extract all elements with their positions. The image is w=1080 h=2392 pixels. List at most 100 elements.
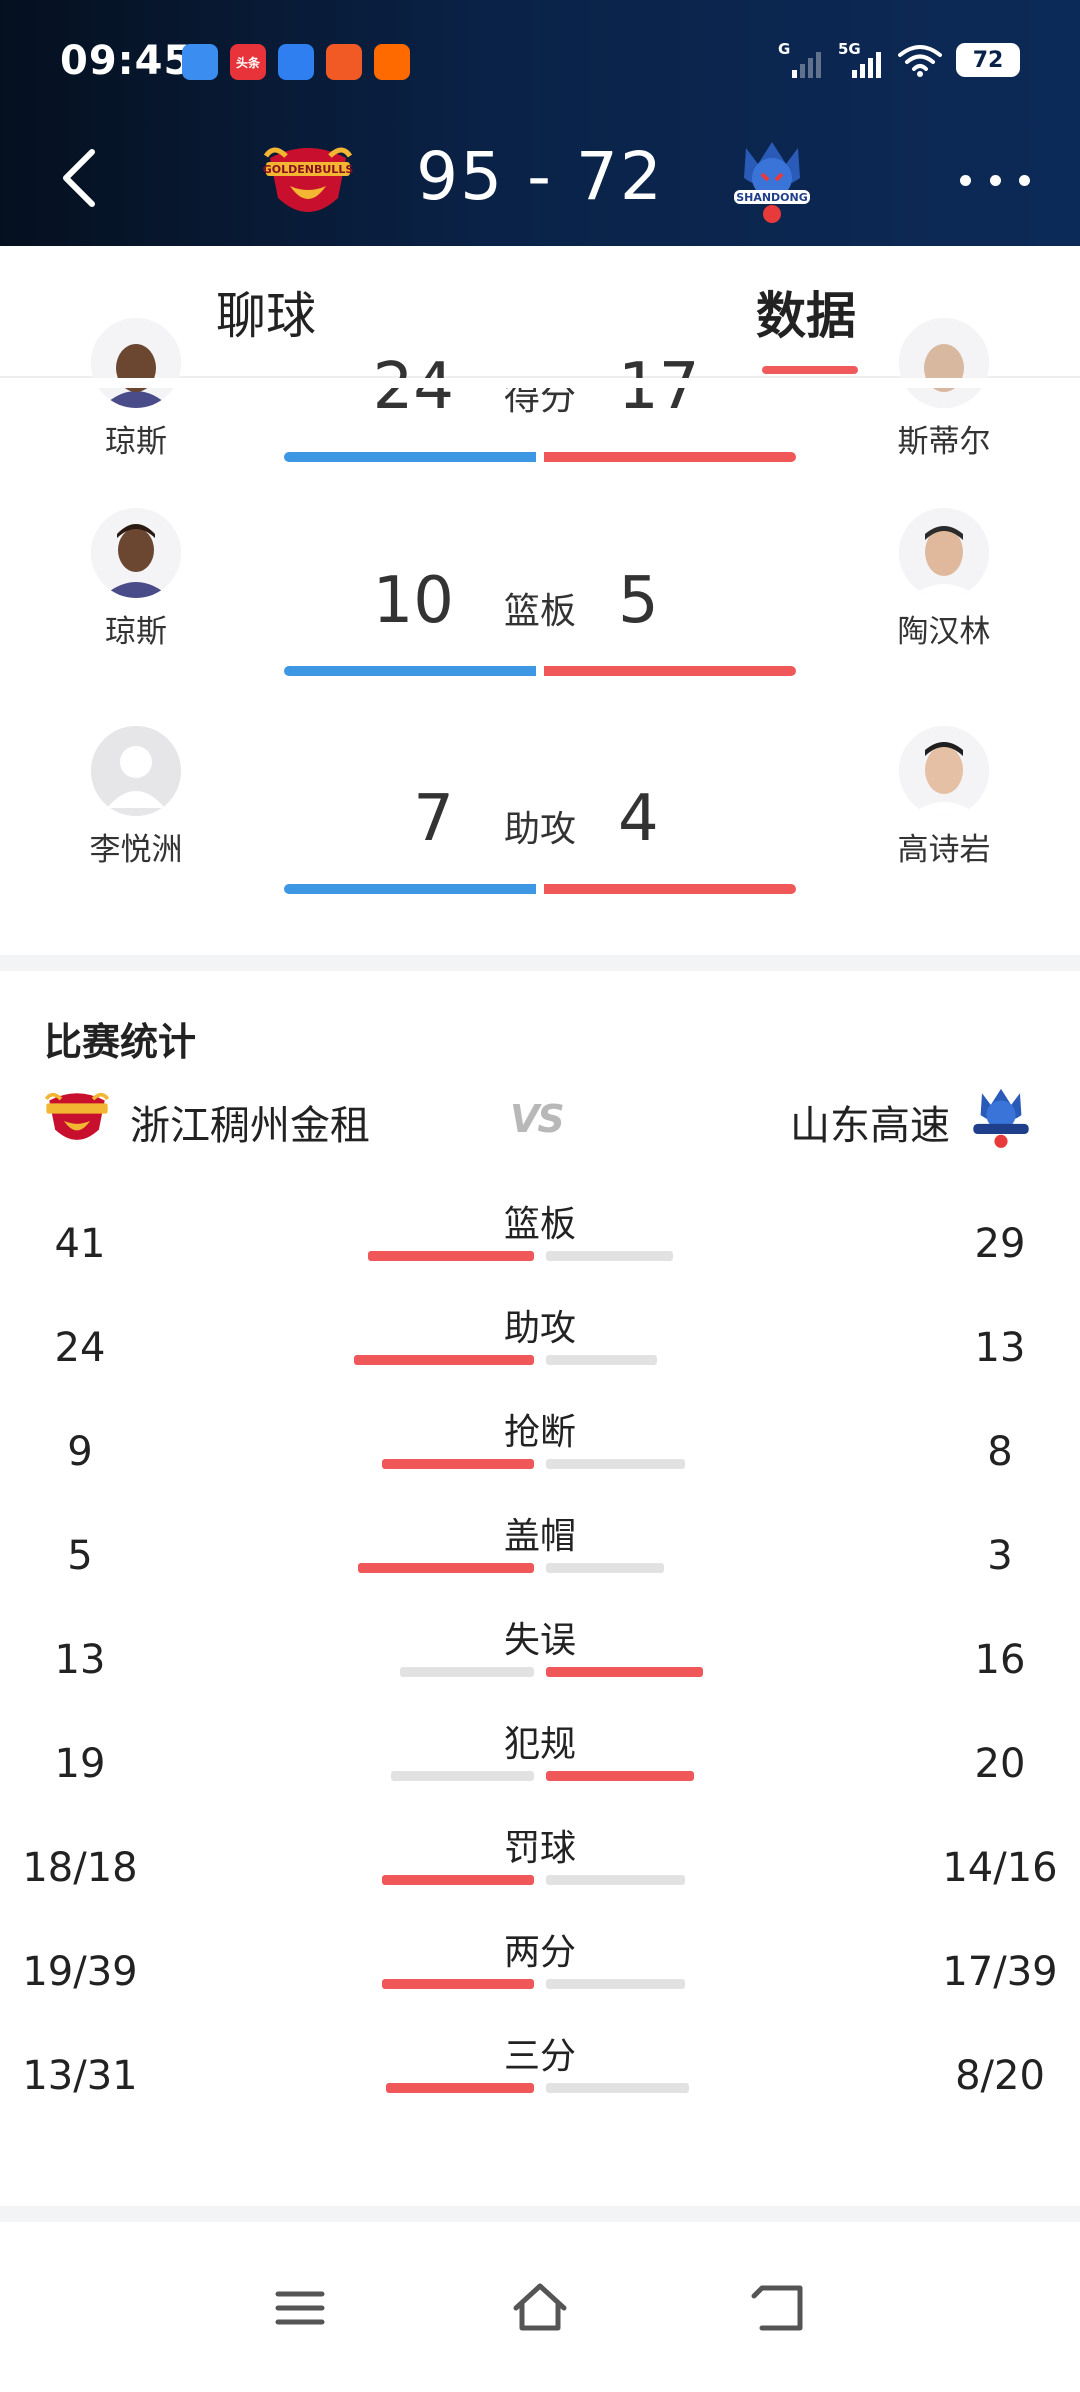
stat-home-value: 19 xyxy=(54,1741,106,1787)
status-time: 09:45 xyxy=(60,38,193,84)
vs-label: VS xyxy=(510,1097,565,1141)
leader-home-value: 7 xyxy=(413,782,454,856)
stat-name: 抢断 xyxy=(503,1412,576,1453)
stat-away-value: 16 xyxy=(974,1637,1026,1683)
goldenbulls-logo[interactable] xyxy=(42,1083,112,1153)
signal-5g-icon: 5G xyxy=(838,40,884,80)
stat-away-bar xyxy=(546,1875,685,1885)
leader-home-value: 10 xyxy=(372,564,454,638)
stats-title: 比赛统计 xyxy=(44,1020,197,1064)
stat-row: 19/39 两分 17/39 xyxy=(0,1923,1080,2027)
wifi-icon xyxy=(898,45,942,77)
battery-indicator: 72 xyxy=(956,43,1020,77)
stat-home-value: 18/18 xyxy=(22,1845,138,1891)
stat-away-value: 29 xyxy=(974,1221,1026,1267)
leader-home-bar xyxy=(284,884,536,894)
stat-home-value: 19/39 xyxy=(22,1949,138,1995)
notification-icons: 头条 xyxy=(182,44,410,80)
stat-home-value: 24 xyxy=(54,1325,106,1371)
app-notification-icon-3 xyxy=(278,44,314,80)
stat-home-value: 13 xyxy=(54,1637,106,1683)
stat-name: 两分 xyxy=(503,1932,576,1973)
stat-name: 盖帽 xyxy=(503,1516,576,1557)
shandong-logo[interactable] xyxy=(966,1083,1036,1153)
leader-category: 得分 xyxy=(503,377,576,418)
player-name: 斯蒂尔 xyxy=(897,424,991,460)
stat-away-bar xyxy=(546,1459,685,1469)
stat-home-bar xyxy=(368,1251,534,1261)
leader-row-assists[interactable]: 李悦洲 7 助攻 4 高诗岩 xyxy=(0,726,1080,894)
system-icons: G 5G 72 xyxy=(778,40,1020,80)
stat-name: 犯规 xyxy=(503,1724,576,1765)
home-icon[interactable] xyxy=(508,2276,572,2340)
stat-home-bar xyxy=(391,1771,534,1781)
stat-home-value: 9 xyxy=(67,1429,93,1475)
goldenbulls-logo[interactable]: GOLDENBULLS xyxy=(260,134,356,230)
stat-away-bar xyxy=(546,1771,694,1781)
stat-home-bar xyxy=(382,1979,534,1989)
score-row: GOLDENBULLS 95 - 72 SHANDONG xyxy=(0,126,1080,236)
stat-row: 19 犯规 20 xyxy=(0,1715,1080,1819)
toutiao-icon: 头条 xyxy=(230,44,266,80)
home-team-name[interactable]: 浙江稠州金租 xyxy=(130,1093,370,1151)
match-stats-section: 比赛统计 浙江稠州金租 VS 山东高速 41 篮板 29 24 助攻 13 9 抢断 8 5 盖帽 3… xyxy=(0,971,1080,2206)
match-header: 09:45 头条 G 5G 72 GOLDENBULLS 95 - 72 SHA… xyxy=(0,0,1080,246)
stat-away-value: 17/39 xyxy=(942,1949,1058,1995)
player-avatar xyxy=(899,508,989,598)
app-notification-icon-5 xyxy=(374,44,410,80)
stat-home-bar xyxy=(382,1459,534,1469)
app-notification-icon-1 xyxy=(182,44,218,80)
stat-name: 失误 xyxy=(503,1620,576,1661)
stat-away-bar xyxy=(546,1251,673,1261)
stat-name: 罚球 xyxy=(503,1828,576,1869)
stat-home-value: 41 xyxy=(54,1221,106,1267)
more-options-button[interactable] xyxy=(960,168,1030,192)
stat-home-bar xyxy=(358,1563,534,1573)
stat-row: 9 抢断 8 xyxy=(0,1403,1080,1507)
leader-away-bar xyxy=(544,452,796,462)
leader-category: 助攻 xyxy=(503,809,576,850)
stat-away-value: 14/16 xyxy=(942,1845,1058,1891)
stat-row: 13 失误 16 xyxy=(0,1611,1080,1715)
player-leaders: 琼斯 24 得分 17 斯蒂尔 琼斯 10 篮板 5 陶汉林 xyxy=(0,318,1080,955)
section-divider xyxy=(0,955,1080,971)
stat-row: 24 助攻 13 xyxy=(0,1299,1080,1403)
stat-away-bar xyxy=(546,1667,703,1677)
stat-name: 助攻 xyxy=(503,1308,576,1349)
leader-home-bar xyxy=(284,666,536,676)
stat-home-value: 5 xyxy=(67,1533,93,1579)
status-bar: 09:45 头条 G 5G 72 xyxy=(0,0,1080,120)
player-avatar xyxy=(899,318,989,408)
away-team-name[interactable]: 山东高速 xyxy=(790,1093,950,1151)
player-avatar xyxy=(91,508,181,598)
stat-row: 41 篮板 29 xyxy=(0,1195,1080,1299)
system-nav-bar xyxy=(0,2222,1080,2392)
back-icon[interactable] xyxy=(748,2276,812,2340)
default-avatar-icon xyxy=(91,726,181,816)
leader-home-bar xyxy=(284,452,536,462)
player-avatar xyxy=(91,318,181,408)
menu-icon[interactable] xyxy=(268,2276,332,2340)
stat-home-bar xyxy=(354,1355,534,1365)
stat-home-value: 13/31 xyxy=(22,2053,138,2099)
leader-row-points[interactable]: 琼斯 24 得分 17 斯蒂尔 xyxy=(0,318,1080,462)
stat-away-bar xyxy=(546,1355,657,1365)
leader-away-value: 5 xyxy=(618,564,659,638)
match-score: 95 - 72 xyxy=(416,138,664,215)
player-name: 李悦洲 xyxy=(89,832,183,868)
stats-team-row: 浙江稠州金租 VS 山东高速 xyxy=(0,1083,1080,1163)
leader-away-value: 4 xyxy=(618,782,659,856)
player-name: 高诗岩 xyxy=(897,832,991,868)
stat-row: 13/31 三分 8/20 xyxy=(0,2027,1080,2131)
stat-name: 篮板 xyxy=(503,1204,576,1245)
leader-row-rebounds[interactable]: 琼斯 10 篮板 5 陶汉林 xyxy=(0,508,1080,676)
shandong-logo[interactable]: SHANDONG xyxy=(724,134,820,230)
stat-away-value: 8/20 xyxy=(955,2053,1045,2099)
stat-away-value: 20 xyxy=(974,1741,1026,1787)
stat-row: 18/18 罚球 14/16 xyxy=(0,1819,1080,1923)
svg-text:GOLDENBULLS: GOLDENBULLS xyxy=(263,163,354,176)
stat-away-bar xyxy=(546,2083,689,2093)
player-name: 陶汉林 xyxy=(897,614,991,650)
stat-name: 三分 xyxy=(503,2036,576,2077)
signal-label: G xyxy=(778,40,791,58)
